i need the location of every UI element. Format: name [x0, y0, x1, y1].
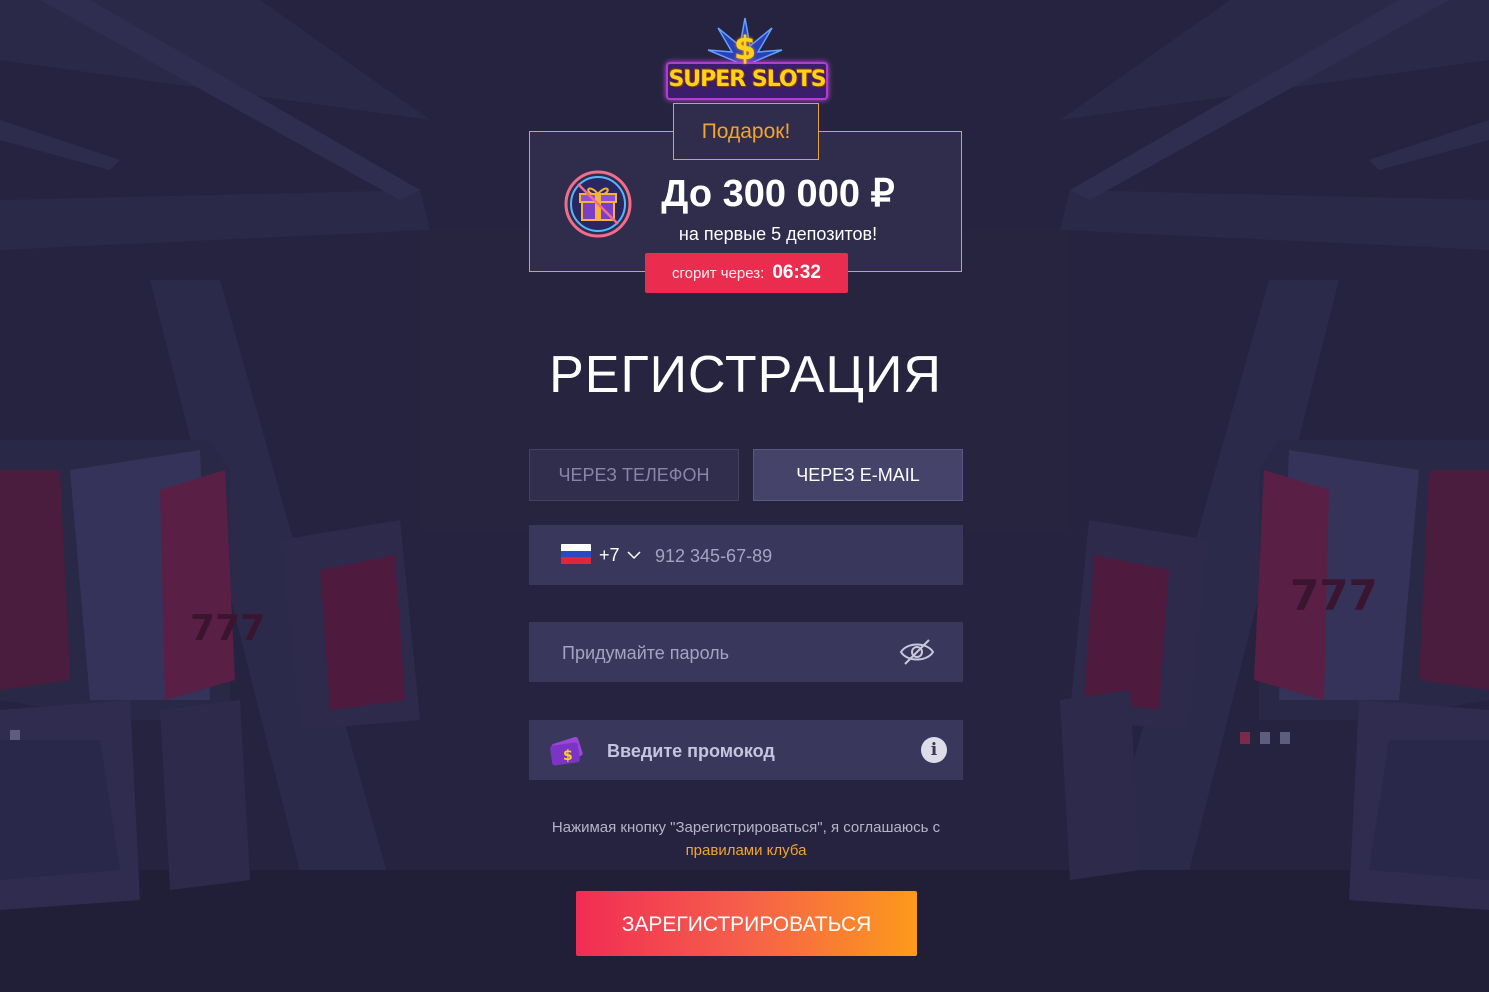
tab-via-email[interactable]: ЧЕРЕЗ E-MAIL [753, 449, 963, 501]
chevron-down-icon[interactable] [626, 547, 642, 563]
dollar-icon: $ [733, 29, 757, 67]
tab-via-phone[interactable]: ЧЕРЕЗ ТЕЛЕФОН [529, 449, 739, 501]
bonus-amount: До 300 000 ₽ [661, 173, 895, 215]
super-slots-logo[interactable]: SUPER SLOTS $ [662, 16, 828, 102]
logo-wordmark: SUPER SLOTS [666, 62, 828, 100]
gift-tab-label: Подарок! [673, 103, 819, 160]
register-button[interactable]: ЗАРЕГИСТРИРОВАТЬСЯ [576, 891, 917, 956]
russia-flag-icon[interactable] [561, 544, 591, 564]
timer-label: сгорит через: [672, 265, 765, 282]
promo-input[interactable] [605, 720, 909, 782]
gift-icon [564, 170, 632, 238]
password-field [529, 622, 963, 684]
terms-notice: Нажимая кнопку "Зарегистрироваться", я с… [499, 816, 993, 862]
info-icon[interactable]: i [921, 737, 947, 763]
phone-input[interactable] [653, 525, 947, 587]
country-code[interactable]: +7 [599, 525, 620, 585]
terms-text: Нажимая кнопку "Зарегистрироваться", я с… [551, 819, 941, 836]
phone-field: +7 [529, 525, 963, 587]
club-rules-link[interactable]: правилами клуба [686, 842, 807, 859]
svg-text:777: 777 [1290, 571, 1378, 620]
bonus-subtitle: на первые 5 депозитов! [678, 224, 878, 244]
svg-text:777: 777 [190, 608, 265, 649]
promo-field: $ i [529, 720, 963, 782]
page-title: РЕГИСТРАЦИЯ [549, 346, 942, 404]
timer-value: 06:32 [772, 262, 821, 283]
ticket-icon: $ [550, 736, 583, 766]
svg-text:$: $ [563, 748, 573, 764]
eye-slash-icon[interactable] [899, 637, 935, 667]
countdown-timer: сгорит через: 06:32 [645, 253, 848, 293]
password-input[interactable] [560, 622, 894, 684]
page: 777 777 SUPER SLOTS $ Подарок! До 300 00… [0, 0, 1489, 992]
